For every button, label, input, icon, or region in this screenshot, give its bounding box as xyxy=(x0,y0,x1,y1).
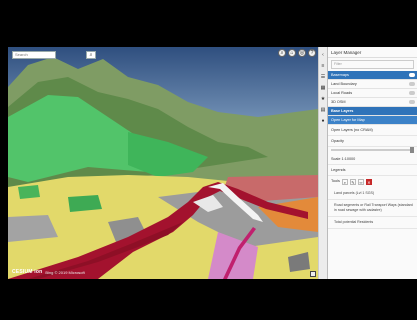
field-green-2 xyxy=(68,195,102,212)
layers-icon[interactable]: ≡ xyxy=(321,64,326,69)
map-viewport[interactable]: Search ⌕ ⌕ ⌂ ◎ ? CESIUM ion Bing © 2019 … xyxy=(8,47,318,279)
zoom-icon[interactable]: ⌕ xyxy=(341,179,348,185)
tool-row: Tools ⌕ ✎ ∞ ✕ xyxy=(328,176,417,188)
home-icon[interactable]: ⌂ xyxy=(288,49,296,57)
list-icon[interactable]: ☰ xyxy=(321,75,326,80)
open-layers-item[interactable]: Open Layers (no CRAM) xyxy=(328,125,417,136)
legend-label: Legends xyxy=(328,165,417,176)
layer-row[interactable]: Local Roads xyxy=(328,89,417,98)
base-layer-list: Basemaps Land Boundary Local Roads 3D OSM xyxy=(328,71,417,107)
sublayer-item[interactable]: Road segments or Rail Transport Ways (st… xyxy=(328,200,417,217)
icon-rail: ‹ ≡ ☰ ▦ ★ ▤ ● xyxy=(318,47,327,279)
layer-row[interactable]: Land Boundary xyxy=(328,80,417,89)
panel-header: Layer Manager xyxy=(328,47,417,58)
cesium-logo[interactable]: CESIUM ion xyxy=(12,269,42,275)
chevron-left-icon[interactable]: ‹ xyxy=(321,53,326,58)
star-icon[interactable]: ★ xyxy=(321,97,326,102)
map-controls: ⌕ ⌂ ◎ ? xyxy=(278,49,316,57)
map-credits: CESIUM ion Bing © 2019 Microsoft xyxy=(12,269,85,275)
layer-row[interactable]: 3D OSM xyxy=(328,98,417,107)
tools-label: Tools xyxy=(331,179,340,183)
sublayer-list: Land parcels (Lvl 1 SGS) Road segments or… xyxy=(328,188,417,229)
scale-label: Scale 1:10000 xyxy=(328,154,417,165)
search-input[interactable]: Search xyxy=(12,51,56,59)
slider-knob[interactable] xyxy=(410,147,414,153)
delete-icon[interactable]: ✕ xyxy=(365,179,372,185)
layer-toggle[interactable] xyxy=(409,91,415,95)
layer-row-label: Basemaps xyxy=(331,73,349,77)
layer-toggle[interactable] xyxy=(409,100,415,104)
sublayer-item[interactable]: Total potential Residents xyxy=(328,217,417,229)
help-icon[interactable]: ? xyxy=(308,49,316,57)
section-subheader[interactable]: Open Layer for Map xyxy=(328,116,417,125)
fullscreen-icon[interactable] xyxy=(310,271,316,277)
edit-icon[interactable]: ✎ xyxy=(349,179,356,185)
layer-manager-panel: Layer Manager Filter Basemaps Land Bounda… xyxy=(327,47,417,279)
panel-title: Layer Manager xyxy=(331,49,362,55)
layer-toggle[interactable] xyxy=(409,73,415,77)
globe-icon[interactable]: ◎ xyxy=(298,49,306,57)
field-green xyxy=(18,185,40,199)
layer-toggle[interactable] xyxy=(409,82,415,86)
layer-row-label: Land Boundary xyxy=(331,82,357,86)
search-button[interactable]: ⌕ xyxy=(86,51,96,59)
opacity-slider[interactable] xyxy=(331,147,414,153)
opacity-label: Opacity xyxy=(328,136,417,147)
sublayer-item[interactable]: Land parcels (Lvl 1 SGS) xyxy=(328,188,417,200)
pin-icon[interactable]: ● xyxy=(321,119,326,124)
search-icon[interactable]: ⌕ xyxy=(278,49,286,57)
layer-filter-input[interactable]: Filter xyxy=(331,60,414,69)
layer-row-label: 3D OSM xyxy=(331,100,346,104)
app-window: Search ⌕ ⌕ ⌂ ◎ ? CESIUM ion Bing © 2019 … xyxy=(8,47,417,279)
map-icon[interactable]: ▤ xyxy=(321,108,326,113)
link-icon[interactable]: ∞ xyxy=(357,179,364,185)
layer-row-label: Local Roads xyxy=(331,91,353,95)
terrain-scene xyxy=(8,47,318,279)
imagery-credit: Bing © 2019 Microsoft xyxy=(45,269,85,275)
section-header[interactable]: Base Layers xyxy=(328,107,417,116)
grid-icon[interactable]: ▦ xyxy=(321,86,326,91)
layer-row[interactable]: Basemaps xyxy=(328,71,417,80)
